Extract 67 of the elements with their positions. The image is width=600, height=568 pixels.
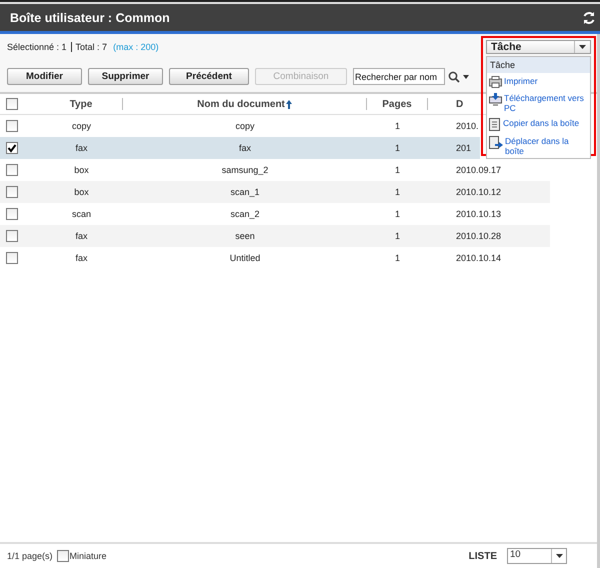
search-field[interactable]: Rechercher par nom <box>353 68 445 85</box>
table-cell: 1 <box>367 225 428 247</box>
checkbox[interactable] <box>6 230 18 242</box>
column-header[interactable]: Type <box>40 98 123 110</box>
checkbox[interactable] <box>6 164 18 176</box>
table-cell-text: scan <box>70 208 92 221</box>
table-cell-text: copy <box>234 120 256 133</box>
table-cell: box <box>40 181 123 203</box>
refresh-icon[interactable] <box>582 10 596 24</box>
table-cell-text: 1 <box>394 252 401 265</box>
table-cell-text: Untitled <box>228 252 262 265</box>
table-cell-text: 2010. <box>455 120 480 133</box>
menu-item[interactable]: Téléchargement vers PC <box>504 93 588 113</box>
table-cell-text: 1 <box>394 120 401 133</box>
table-cell-text: 1 <box>394 208 401 221</box>
menu-item[interactable]: Copier dans la boîte <box>503 118 580 128</box>
table-cell-text: 2010.10.13 <box>455 208 502 221</box>
list-size-dropdown[interactable]: 10 <box>507 548 567 564</box>
caret-icon[interactable] <box>463 74 469 78</box>
table-cell: 1 <box>367 137 428 159</box>
table-cell: fax <box>123 137 367 159</box>
document-arrow-icon <box>489 136 503 149</box>
total-count: Total : 7 <box>70 42 108 52</box>
list-label: LISTE <box>468 550 497 562</box>
table-cell-text: samsung_2 <box>220 164 270 177</box>
table-cell-text: scan_2 <box>229 208 261 221</box>
table-cell: 201 <box>428 137 480 159</box>
action-button[interactable]: Modifier <box>7 68 82 85</box>
table-cell-text: fax <box>74 252 88 265</box>
menu-item[interactable]: Déplacer dans la boîte <box>505 136 588 156</box>
menu-item[interactable]: Imprimer <box>504 76 538 86</box>
table-cell-text: 2010.09.17 <box>455 164 502 177</box>
task-dropdown[interactable]: Tâche <box>486 40 591 54</box>
table-cell: scan_1 <box>123 181 367 203</box>
table-cell: 1 <box>367 181 428 203</box>
table-cell: fax <box>40 137 123 159</box>
checkbox-label: Miniature <box>70 551 107 561</box>
download-icon <box>489 93 502 106</box>
printer-icon <box>489 76 502 88</box>
column-header[interactable]: D <box>428 94 480 114</box>
checkbox[interactable] <box>6 186 18 198</box>
checkbox[interactable] <box>6 252 18 264</box>
table-cell-text: 1 <box>394 164 401 177</box>
column-header[interactable]: Pages <box>367 98 428 110</box>
table-cell: 2010.10.12 <box>428 181 550 203</box>
action-button[interactable]: Précédent <box>169 68 249 85</box>
checkbox[interactable] <box>56 550 69 562</box>
caret-icon <box>551 549 566 563</box>
max-count: (max : 200) <box>113 42 159 52</box>
selected-count: Sélectionné : 1 <box>7 42 67 52</box>
action-button[interactable]: Supprimer <box>88 68 163 85</box>
table-cell-text: 2010.10.14 <box>455 252 502 265</box>
table-cell: 2010.10.28 <box>428 225 550 247</box>
window-title: Boîte utilisateur : Common <box>10 10 170 24</box>
checkbox[interactable] <box>6 98 18 110</box>
document-icon <box>489 118 501 131</box>
page-count: 1/1 page(s) <box>7 551 53 561</box>
menu-header: Tâche <box>487 57 590 73</box>
column-header[interactable]: Nom du document <box>123 98 367 110</box>
checkbox[interactable] <box>6 142 18 154</box>
checkbox[interactable] <box>6 120 18 132</box>
table-cell-text: copy <box>70 120 92 133</box>
checkbox[interactable] <box>6 208 18 220</box>
search-icon[interactable] <box>448 70 460 82</box>
table-cell: seen <box>123 225 367 247</box>
table-cell-text: box <box>73 164 90 177</box>
table-cell: fax <box>40 225 123 247</box>
